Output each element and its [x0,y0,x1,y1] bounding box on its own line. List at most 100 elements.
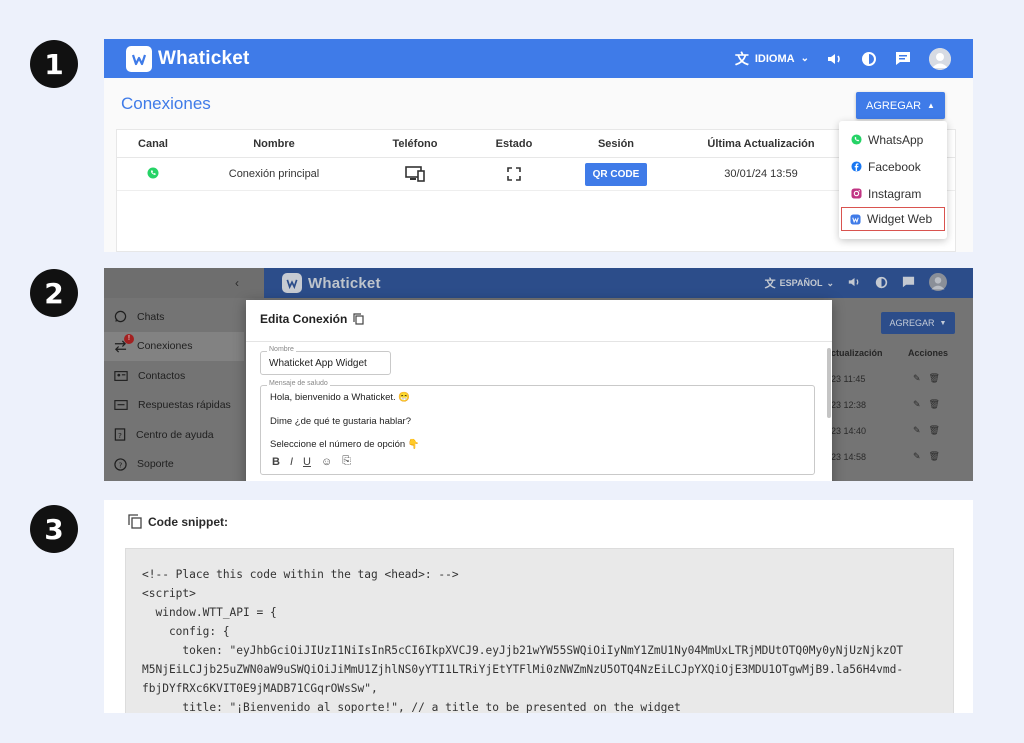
volume-icon[interactable] [827,52,843,66]
column-header: Acciones [908,348,949,358]
contacts-icon [114,370,128,381]
column-header: ctualización [831,348,883,358]
sidebar-item-label: Centro de ayuda [136,428,214,441]
column-header: Sesión [597,137,635,150]
copy-icon[interactable] [128,514,142,529]
sidebar-item-contactos[interactable]: Contactos [104,361,244,391]
code-line: title: "¡Bienvenido al soporte!", // a t… [142,701,681,713]
sidebar-item-chats[interactable]: Chats [104,302,244,332]
table-row: 23 14:40 ✎ 🗑 [831,418,973,443]
whatsapp-icon [117,167,189,182]
delete-icon[interactable]: 🗑 [929,399,940,410]
caret-down-icon: ▼ [939,319,947,327]
language-selector[interactable]: 文 ESPAÑOL ⌄ [765,275,834,291]
message-icon [114,400,128,411]
edit-icon[interactable]: ✎ [913,425,921,436]
snippet-title-text: Code snippet: [148,514,228,529]
top-bar: Whaticket 文 ESPAÑOL ⌄ [264,268,973,298]
greeting-line: Hola, bienvenido a Whaticket. 😁 [270,392,411,403]
table-header: Canal Nombre Teléfono Estado Sesión Últi… [117,130,955,158]
app-logo-icon [282,273,302,293]
chat-icon[interactable] [902,276,915,290]
delete-icon[interactable]: 🗑 [929,373,940,384]
greeting-line: Seleccione el número de opción 👇 [270,439,420,450]
dialog-title: Edita Conexión [260,312,364,326]
theme-toggle-icon[interactable] [875,276,888,291]
user-avatar-icon[interactable] [929,47,951,70]
column-header: Teléfono [392,137,438,150]
sidebar-item-centro-ayuda[interactable]: ? Centro de ayuda [104,420,244,450]
connection-name: Conexión principal [228,168,320,180]
code-line: window.WTT_API = { [142,606,277,619]
connections-table: Canal Nombre Teléfono Estado Sesión Últi… [116,129,956,252]
last-updated: 30/01/24 13:59 [724,168,798,180]
add-connection-button[interactable]: AGREGAR ▼ [881,312,955,334]
menu-item-label: Widget Web [867,212,933,226]
menu-item-instagram[interactable]: Instagram [839,180,947,207]
delete-icon[interactable]: 🗑 [929,425,940,436]
underline-button[interactable]: U [303,456,311,468]
row-date: 23 14:40 [831,425,867,436]
chevron-down-icon: ⌄ [800,53,809,64]
row-date: 23 12:38 [831,399,867,410]
column-header: Estado [495,137,533,150]
add-button-label: AGREGAR [889,318,935,328]
app-name: Whaticket [308,274,381,292]
greeting-field-label: Mensaje de saludo [267,380,330,387]
name-field-label: Nombre [267,346,296,353]
name-field[interactable]: Nombre Whaticket App Widget [260,346,391,375]
theme-toggle-icon[interactable] [861,51,877,67]
edit-icon[interactable]: ✎ [913,399,921,410]
table-row: 23 11:45 ✎ 🗑 [831,366,973,391]
sidebar-header [104,268,264,298]
sidebar-item-respuestas[interactable]: Respuestas rápidas [104,391,244,421]
edit-icon[interactable]: ✎ [913,451,921,462]
column-header: Canal [138,137,168,150]
code-line: fbjDYfRXc6KVIT0E9jMADB71CGqrOWsSw", [142,682,378,695]
chevron-left-icon[interactable]: ‹ [235,276,239,290]
add-connection-button[interactable]: AGREGAR ▲ [856,92,945,119]
row-date: 23 14:58 [831,451,867,462]
divider [246,341,832,342]
table-row: 23 14:58 ✎ 🗑 [831,444,973,469]
translate-icon: 文 [734,50,749,67]
dialog-scrollbar[interactable] [827,348,831,418]
app-logo-icon [126,45,152,72]
delete-icon[interactable]: 🗑 [929,451,940,462]
code-line: config: { [142,625,230,638]
phone-device-icon[interactable] [359,166,471,182]
copy-icon[interactable] [353,313,364,325]
status-fullscreen-icon[interactable] [471,167,557,181]
svg-text:?: ? [119,460,123,469]
italic-button[interactable]: I [290,456,293,468]
code-block[interactable]: <!-- Place this code within the tag <hea… [125,548,954,713]
code-line: <!-- Place this code within the tag <hea… [142,568,459,581]
sidebar-item-conexiones[interactable]: ! Conexiones [104,331,244,361]
bold-button[interactable]: B [272,456,280,468]
top-bar: Whaticket 文 IDIOMA ⌄ [104,39,973,78]
table-row: Conexión principal QR CODE 30/01/24 13:5… [117,158,955,191]
name-field-value: Whaticket App Widget [269,358,367,369]
menu-item-widget-web[interactable]: Widget Web [841,207,945,231]
menu-item-facebook[interactable]: Facebook [839,153,947,180]
menu-item-whatsapp[interactable]: WhatsApp [839,126,947,153]
sidebar-item-label: Conexiones [137,340,193,353]
edit-icon[interactable]: ✎ [913,373,921,384]
svg-text:?: ? [118,431,122,440]
text-format-toolbar: B I U ☺ ⎘ [272,455,351,468]
code-snippet-panel: Code snippet: <!-- Place this code withi… [104,500,973,713]
language-selector[interactable]: 文 IDIOMA ⌄ [735,49,809,69]
volume-icon[interactable] [848,276,861,290]
user-avatar-icon[interactable] [929,273,947,293]
sidebar-item-label: Respuestas rápidas [138,399,231,412]
sidebar-item-soporte[interactable]: ? Soporte [104,450,244,480]
attachment-icon[interactable]: ⎘ [342,455,351,468]
edit-connection-panel: ‹ Whaticket 文 ESPAÑOL ⌄ Chats ! Conexion… [104,268,973,481]
emoji-icon[interactable]: ☺ [321,456,332,468]
help-icon: ? [114,428,126,441]
greeting-message-field[interactable]: Mensaje de saludo Hola, bienvenido a Wha… [260,380,815,475]
chat-icon[interactable] [895,51,911,66]
qr-code-button[interactable]: QR CODE [584,162,648,186]
dialog-title-text: Edita Conexión [260,312,348,326]
language-label: ESPAÑOL [779,278,823,288]
